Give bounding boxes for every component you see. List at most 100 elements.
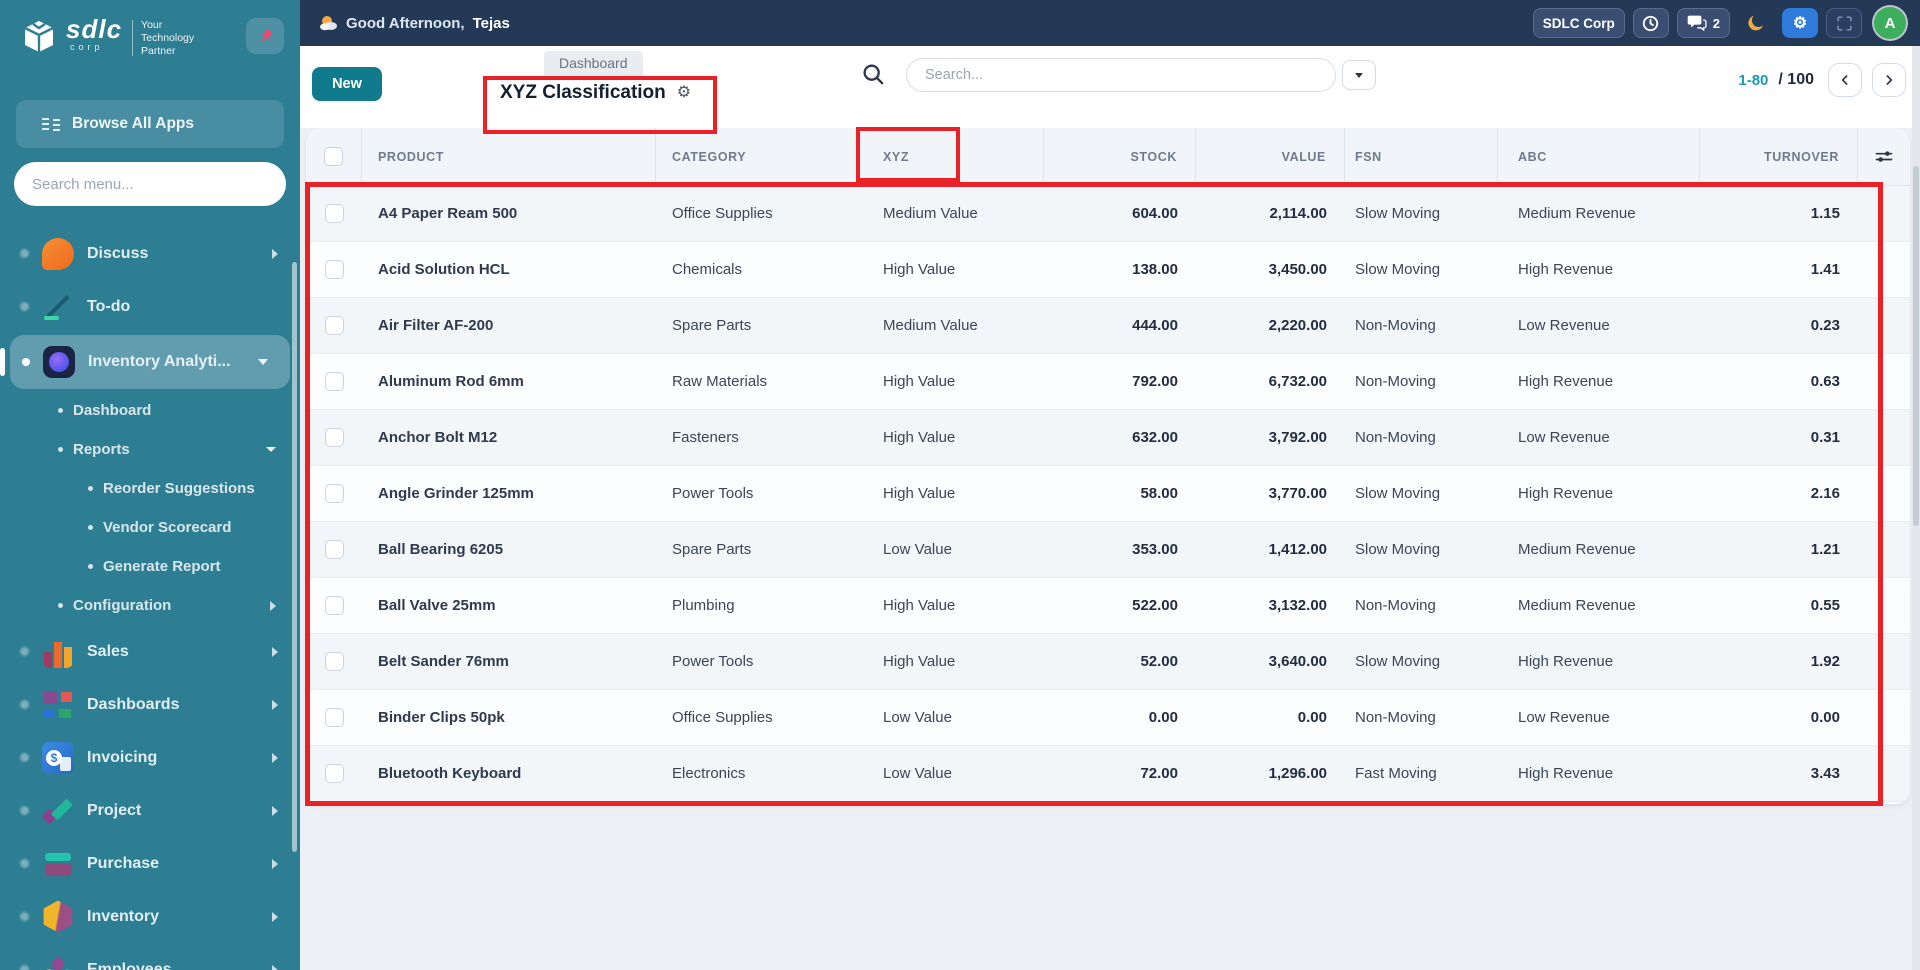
column-header[interactable]: VALUE [1196,128,1345,185]
page-scrollbar-thumb[interactable] [1913,166,1919,526]
sidebar-app-item[interactable]: Sales [0,625,300,678]
pin-sidebar-button[interactable] [246,18,284,54]
sidebar-app-item[interactable]: To-do [0,280,300,333]
table-row[interactable]: Angle Grinder 125mm Power Tools High Val… [306,466,1910,522]
cell-product: Binder Clips 50pk [378,709,505,726]
sidebar-subitem[interactable]: Dashboard [0,391,300,430]
table-row[interactable]: Anchor Bolt M12 Fasteners High Value 632… [306,410,1910,466]
row-checkbox[interactable] [324,708,344,727]
row-checkbox[interactable] [324,316,344,335]
sidebar-app-label: Inventory Analyti... [88,353,231,370]
table-row[interactable]: Air Filter AF-200 Spare Parts Medium Val… [306,298,1910,354]
pager-previous-button[interactable] [1828,63,1862,97]
activities-clock-button[interactable] [1632,8,1669,38]
column-header[interactable]: ABC [1498,128,1700,185]
row-end-spacer [1858,466,1910,521]
search-filter-dropdown-button[interactable] [1342,60,1376,90]
table-row[interactable]: Binder Clips 50pk Office Supplies Low Va… [306,690,1910,746]
row-checkbox[interactable] [324,260,344,279]
table-header-row: PRODUCT CATEGORY XYZ STOCK VALUE FSN ABC… [306,128,1910,186]
cell-turnover: 1.15 [1810,205,1840,222]
apps-top-list: Discuss To-do [0,227,300,333]
settings-gear-button[interactable]: ⚙ [1782,8,1818,38]
sidebar-scrollbar[interactable] [292,262,297,852]
sidebar-app-item[interactable]: Employees [0,943,300,970]
search-input[interactable] [906,58,1336,92]
sidebar-app-item[interactable]: Discuss [0,227,300,280]
cell-xyz: High Value [883,485,956,502]
cell-abc: Medium Revenue [1518,205,1636,222]
new-button[interactable]: New [312,67,382,101]
fullscreen-button[interactable] [1826,8,1862,38]
table-row[interactable]: Aluminum Rod 6mm Raw Materials High Valu… [306,354,1910,410]
greeting-text: Good Afternoon, [346,14,465,32]
sidebar-subitem[interactable]: Reports [0,430,300,469]
row-checkbox[interactable] [324,484,344,503]
row-checkbox[interactable] [324,204,344,223]
cell-fsn: Slow Moving [1355,485,1441,502]
sidebar-subitem[interactable]: Reorder Suggestions [0,469,300,508]
sidebar-subitem-label: Configuration [73,597,172,614]
row-end-spacer [1858,578,1910,633]
bullet-dot-icon [20,700,29,709]
company-switcher-button[interactable]: SDLC Corp [1532,8,1625,38]
search-icon[interactable] [860,61,888,89]
cell-category: Electronics [672,765,746,782]
messages-button[interactable]: 2 [1676,8,1730,38]
column-header[interactable]: FSN [1345,128,1498,185]
column-sliders-icon[interactable] [1874,147,1894,167]
table-row[interactable]: A4 Paper Ream 500 Office Supplies Medium… [306,186,1910,242]
select-all-checkbox[interactable] [324,147,343,166]
cell-category: Fasteners [672,429,739,446]
user-avatar[interactable]: A [1874,7,1906,39]
column-header[interactable]: CATEGORY [656,128,857,185]
row-checkbox[interactable] [324,596,344,615]
pager-next-button[interactable] [1872,63,1906,97]
cell-fsn: Slow Moving [1355,653,1441,670]
inventory-analytics-submenu: Dashboard Reports Reorder Suggestions Ve… [0,391,300,625]
sidebar-app-item[interactable]: Project [0,784,300,837]
row-checkbox[interactable] [324,764,344,783]
table-row[interactable]: Ball Valve 25mm Plumbing High Value 522.… [306,578,1910,634]
cell-fsn: Non-Moving [1355,373,1436,390]
sidebar-app-item[interactable]: Purchase [0,837,300,890]
table-row[interactable]: Acid Solution HCL Chemicals High Value 1… [306,242,1910,298]
bullet-dot-icon [20,249,29,258]
sidebar-search-input[interactable] [14,162,286,206]
column-header[interactable]: STOCK [1044,128,1196,185]
row-checkbox[interactable] [324,652,344,671]
cell-fsn: Non-Moving [1355,597,1436,614]
row-end-spacer [1858,298,1910,353]
sidebar-app-label: To-do [87,297,131,315]
breadcrumb-tab-dashboard[interactable]: Dashboard [544,51,643,76]
cell-stock: 522.00 [1132,597,1178,614]
column-header-label: CATEGORY [672,149,747,164]
column-header[interactable]: XYZ [857,128,1044,185]
sidebar-app-item[interactable]: Dashboards [0,678,300,731]
sidebar-app-item[interactable]: Inventory [0,890,300,943]
row-checkbox[interactable] [324,540,344,559]
row-checkbox[interactable] [324,372,344,391]
column-header[interactable]: PRODUCT [362,128,656,185]
cell-turnover: 0.55 [1810,597,1840,614]
view-settings-gear-icon[interactable]: ⚙ [677,85,691,101]
sidebar-subitem[interactable]: Vendor Scorecard [0,508,300,547]
table-row[interactable]: Belt Sander 76mm Power Tools High Value … [306,634,1910,690]
table-row[interactable]: Ball Bearing 6205 Spare Parts Low Value … [306,522,1910,578]
dark-mode-toggle-button[interactable] [1738,8,1774,38]
column-header[interactable]: TURNOVER [1700,128,1858,185]
table-row[interactable]: Bluetooth Keyboard Electronics Low Value… [306,746,1910,802]
dashboards-icon [42,688,74,721]
cell-stock: 72.00 [1140,765,1178,782]
sidebar-app-item[interactable]: Invoicing [0,731,300,784]
cell-product: Acid Solution HCL [378,261,510,278]
sidebar-app-label: Sales [87,642,129,660]
sidebar-subitem[interactable]: Configuration [0,586,300,625]
sidebar-item-inventory-analytics[interactable]: Inventory Analyti... [0,335,290,389]
page-scrollbar[interactable] [1912,46,1920,970]
row-checkbox[interactable] [324,428,344,447]
sidebar-subitem[interactable]: Generate Report [0,547,300,586]
browse-all-apps-button[interactable]: Browse All Apps [16,100,284,148]
cell-turnover: 1.92 [1810,653,1840,670]
chevron-icon [272,248,278,259]
